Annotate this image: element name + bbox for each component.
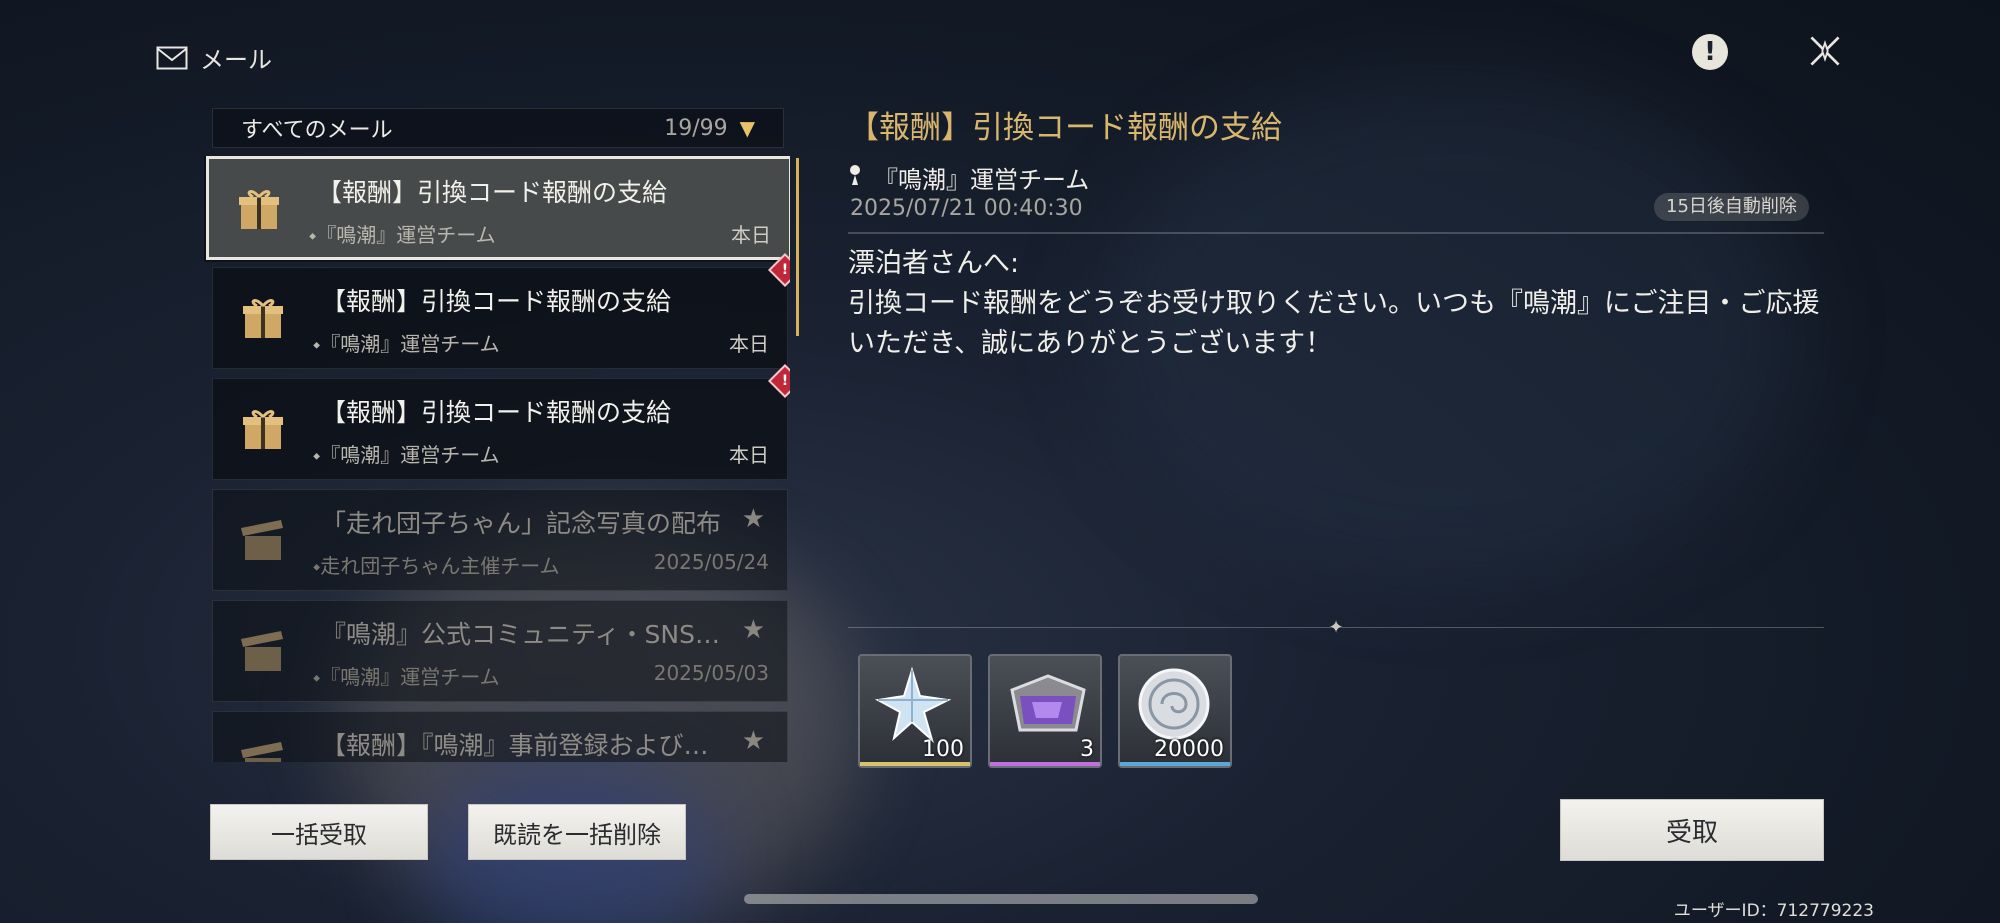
divider (848, 232, 1824, 234)
mail-date: 2025/05/24 (653, 550, 769, 574)
detail-sender-name: 『鳴潮』運営チーム (874, 166, 1090, 194)
reward-quantity: 100 (922, 737, 964, 762)
reward-item[interactable]: 3 (988, 654, 1102, 768)
mail-sender: ⬩『鳴潮』運営チーム (309, 223, 496, 247)
divider-ornament-icon: ✦ (1328, 617, 1344, 638)
mail-list-item[interactable]: 【報酬】引換コード報酬の支給 ⬩『鳴潮』運営チーム 本日 ! (212, 253, 790, 369)
mail-body-greeting: 漂泊者さんへ: (848, 248, 1020, 279)
mail-subject: 『鳴潮』公式コミュニティ・SNS… (321, 620, 720, 649)
gift-icon (235, 290, 291, 346)
star-icon[interactable]: ★ (742, 615, 765, 645)
close-icon[interactable] (1806, 32, 1844, 70)
mail-title-label: メール (200, 46, 272, 74)
star-icon[interactable]: ★ (742, 726, 765, 756)
chevron-down-icon: ▼ (739, 116, 755, 140)
gift-icon (231, 181, 287, 237)
mail-screen: { "header": { "title": "メール", "icons": [… (0, 0, 2000, 923)
opened-gift-icon (235, 623, 291, 679)
mail-sender: ⬩『鳴潮』運営チーム (313, 443, 500, 467)
mail-list[interactable]: 【報酬】引換コード報酬の支給 ⬩『鳴潮』運営チーム 本日 【報酬】引換コード報酬… (204, 156, 790, 762)
delete-read-button[interactable]: 既読を一括削除 (468, 804, 686, 860)
user-id: ユーザーID：712779223 (1673, 901, 1874, 921)
claim-all-button[interactable]: 一括受取 (210, 804, 428, 860)
mail-title: メール (156, 40, 272, 75)
home-indicator[interactable] (744, 894, 1258, 904)
rarity-bar (1120, 762, 1230, 766)
filter-label: すべてのメール (241, 118, 393, 143)
mail-subject: 【報酬】引換コード報酬の支給 (321, 287, 672, 316)
reward-quantity: 20000 (1154, 737, 1224, 762)
reward-item[interactable]: 100 (858, 654, 972, 768)
rarity-bar (990, 762, 1100, 766)
mail-body: 漂泊者さんへ: 引換コード報酬をどうぞお受け取りください。いつも『鳴潮』にご注目… (848, 244, 1828, 364)
mail-list-item[interactable]: 【報酬】『鳴潮』事前登録および… ★ (212, 711, 788, 762)
mail-date: 2025/05/03 (653, 661, 769, 685)
opened-gift-icon (235, 512, 291, 568)
reward-list: 100 3 20000 (858, 654, 1232, 768)
claim-button[interactable]: 受取 (1560, 799, 1824, 861)
auto-delete-badge: 15日後自動削除 (1654, 193, 1809, 221)
mail-subject: 【報酬】引換コード報酬の支給 (321, 398, 672, 427)
mail-list-item[interactable]: 【報酬】引換コード報酬の支給 ⬩『鳴潮』運営チーム 本日 (206, 156, 790, 260)
mail-sender: ⬩走れ団子ちゃん主催チーム (313, 554, 560, 578)
mail-list-item[interactable]: 【報酬】引換コード報酬の支給 ⬩『鳴潮』運営チーム 本日 ! (212, 364, 790, 480)
mail-sender: ⬩『鳴潮』運営チーム (313, 332, 500, 356)
mail-count: 19/99 (664, 115, 728, 141)
mail-date: 本日 (731, 223, 771, 247)
mail-sender: ⬩『鳴潮』運営チーム (313, 665, 500, 689)
mail-icon (156, 46, 188, 70)
list-scrollbar[interactable] (796, 158, 799, 336)
mail-date: 本日 (729, 332, 769, 356)
detail-title: 【報酬】引換コード報酬の支給 (848, 110, 1282, 146)
detail-datetime: 2025/07/21 00:40:30 (850, 196, 1083, 221)
mail-list-item[interactable]: 『鳴潮』公式コミュニティ・SNS… ⬩『鳴潮』運営チーム 2025/05/03 … (212, 600, 788, 702)
new-alert-icon: ! (768, 364, 790, 398)
mail-list-item[interactable]: 「走れ団子ちゃん」記念写真の配布 ⬩走れ団子ちゃん主催チーム 2025/05/2… (212, 489, 788, 591)
mail-subject: 「走れ団子ちゃん」記念写真の配布 (321, 509, 722, 538)
reward-quantity: 3 (1080, 737, 1094, 762)
reward-item[interactable]: 20000 (1118, 654, 1232, 768)
mail-body-message: 引換コード報酬をどうぞお受け取りください。いつも『鳴潮』にご注目・ご応援いただき… (848, 288, 1820, 359)
star-icon[interactable]: ★ (742, 504, 765, 534)
rarity-bar (860, 762, 970, 766)
sender-icon (848, 164, 862, 192)
mail-filter-dropdown[interactable]: すべてのメール 19/99 ▼ (212, 108, 784, 148)
mail-subject: 【報酬】『鳴潮』事前登録および… (321, 731, 709, 760)
gift-icon (235, 401, 291, 457)
mail-date: 本日 (729, 443, 769, 467)
mail-subject: 【報酬】引換コード報酬の支給 (317, 178, 668, 207)
alert-icon[interactable]: ! (1692, 34, 1728, 70)
detail-sender: 『鳴潮』運営チーム (848, 160, 1089, 195)
opened-gift-icon (235, 734, 291, 762)
